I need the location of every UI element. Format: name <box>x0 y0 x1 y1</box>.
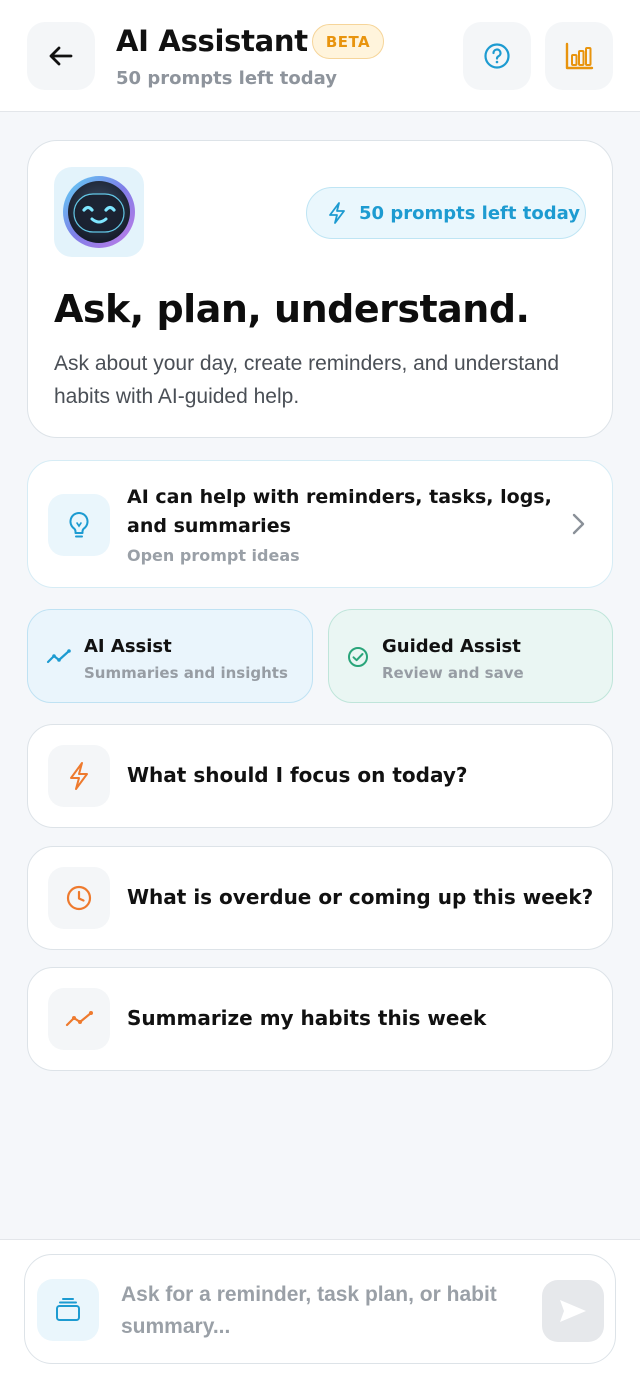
trend-line-icon <box>65 1011 93 1027</box>
prompts-left-pill: 50 prompts left today <box>306 187 586 239</box>
bar-chart-icon <box>565 42 594 70</box>
app-header: AI Assistant BETA 50 prompts left today <box>0 0 640 112</box>
send-icon <box>560 1300 586 1322</box>
guided-assist-subtitle: Review and save <box>382 664 524 682</box>
suggestion-text: What is overdue or coming up this week? <box>127 885 594 909</box>
hero-description: Ask about your day, create reminders, an… <box>54 352 560 408</box>
stats-button[interactable] <box>545 22 613 90</box>
ai-assist-mode-button[interactable]: AI Assist Summaries and insights <box>27 609 313 703</box>
prompt-ideas-title: AI can help with reminders, tasks, logs,… <box>127 486 552 537</box>
lightbulb-icon <box>69 511 89 538</box>
check-circle-icon <box>348 647 368 667</box>
suggestion-icon-wrap <box>48 867 110 929</box>
suggestion-overdue-week[interactable]: What is overdue or coming up this week? <box>27 846 613 950</box>
message-composer[interactable]: Ask for a reminder, task plan, or habit … <box>24 1254 616 1364</box>
suggestion-icon-wrap <box>48 745 110 807</box>
hero-card: 50 prompts left today Ask, plan, underst… <box>27 140 613 438</box>
suggestion-habits-week[interactable]: Summarize my habits this week <box>27 967 613 1071</box>
guided-assist-title: Guided Assist <box>382 636 521 657</box>
lightning-icon <box>329 202 345 224</box>
trend-line-icon <box>46 649 71 664</box>
stack-icon <box>56 1298 80 1321</box>
suggestion-text: What should I focus on today? <box>127 763 468 787</box>
help-button[interactable] <box>463 22 531 90</box>
suggestion-icon-wrap <box>48 988 110 1050</box>
back-button[interactable] <box>27 22 95 90</box>
send-button[interactable] <box>542 1280 604 1342</box>
arrow-left-icon <box>49 46 73 66</box>
prompt-ideas-subtitle: Open prompt ideas <box>127 546 300 565</box>
clock-icon <box>66 885 92 911</box>
prompt-ideas-card[interactable]: AI can help with reminders, tasks, logs,… <box>27 460 613 588</box>
lightbulb-icon-wrap <box>48 494 110 556</box>
suggestion-text: Summarize my habits this week <box>127 1006 487 1030</box>
chevron-right-icon <box>572 513 585 535</box>
lightning-icon <box>70 762 88 790</box>
attachment-button[interactable] <box>37 1279 99 1341</box>
prompts-remaining-label: 50 prompts left today <box>116 68 337 89</box>
ai-assist-subtitle: Summaries and insights <box>84 664 288 682</box>
hero-title: Ask, plan, understand. <box>54 287 530 331</box>
prompts-left-text: 50 prompts left today <box>359 202 580 224</box>
beta-badge: BETA <box>312 24 384 59</box>
assistant-avatar <box>54 167 144 257</box>
suggestion-focus-today[interactable]: What should I focus on today? <box>27 724 613 828</box>
guided-assist-mode-button[interactable]: Guided Assist Review and save <box>328 609 613 703</box>
ai-assist-title: AI Assist <box>84 636 172 657</box>
message-input[interactable]: Ask for a reminder, task plan, or habit … <box>121 1279 521 1343</box>
robot-icon <box>63 176 135 248</box>
page-title: AI Assistant <box>116 24 308 58</box>
question-circle-icon <box>484 43 510 69</box>
